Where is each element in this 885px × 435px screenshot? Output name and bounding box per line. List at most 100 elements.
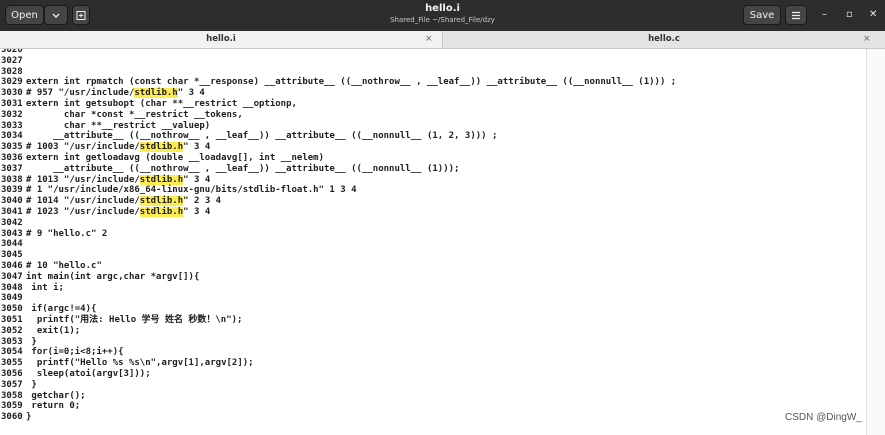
- hamburger-menu-icon: [786, 6, 806, 26]
- code-line[interactable]: 3033 char **__restrict __valuep): [0, 121, 210, 132]
- line-number: 3026: [1, 49, 23, 55]
- code-line[interactable]: 3041 # 1023 "/usr/include/stdlib.h" 3 4: [0, 207, 210, 218]
- vertical-scrollbar[interactable]: [866, 49, 885, 435]
- code-line[interactable]: 3054 for(i=0;i<8;i++){: [0, 347, 124, 358]
- code-line[interactable]: 3058 getchar();: [0, 391, 86, 402]
- code-line[interactable]: 3027: [0, 56, 26, 67]
- code-text: # 1023 "/usr/include/stdlib.h" 3 4: [26, 207, 210, 217]
- hamburger-menu-button[interactable]: [785, 5, 807, 25]
- tab-bar: hello.i × hello.c ×: [0, 31, 885, 49]
- code-line[interactable]: 3026: [0, 49, 26, 56]
- code-fragment: # 9 "hello.c" 2: [26, 228, 108, 239]
- line-number: 3045: [1, 250, 23, 261]
- minimize-button[interactable]: –: [822, 9, 827, 21]
- line-number: 3046: [1, 261, 23, 271]
- line-number: 3050: [1, 304, 23, 315]
- code-line[interactable]: 3053 }: [0, 337, 37, 348]
- code-text: extern int getsubopt (char **__restrict …: [26, 99, 297, 109]
- code-text: return 0;: [26, 401, 80, 411]
- tab-hello-c[interactable]: hello.c ×: [443, 31, 885, 48]
- code-line[interactable]: 3057 }: [0, 380, 37, 391]
- code-fragment: sleep(atoi(argv[3]));: [26, 369, 151, 379]
- code-line[interactable]: 3050 if(argc!=4){: [0, 304, 96, 315]
- code-line[interactable]: 3042: [0, 218, 26, 229]
- code-fragment: }: [26, 336, 37, 347]
- code-fragment: # 1 "/usr/include/x86_64-linux-gnu/bits/…: [26, 185, 357, 196]
- code-line[interactable]: 3055 printf("Hello %s %s\n",argv[1],argv…: [0, 358, 254, 369]
- code-line[interactable]: 3030 # 957 "/usr/include/stdlib.h" 3 4: [0, 88, 205, 99]
- maximize-button[interactable]: ▫: [846, 9, 853, 21]
- code-text: char *const *__restrict __tokens,: [26, 110, 243, 120]
- code-text: int i;: [26, 283, 64, 293]
- tab-label: hello.i: [206, 34, 236, 44]
- code-fragment: getchar();: [26, 390, 86, 401]
- line-number: 3059: [1, 401, 23, 412]
- code-line[interactable]: 3049: [0, 293, 26, 304]
- code-line[interactable]: 3040 # 1014 "/usr/include/stdlib.h" 2 3 4: [0, 196, 221, 207]
- code-line[interactable]: 3056 sleep(atoi(argv[3]));: [0, 369, 151, 380]
- code-line[interactable]: 3047 int main(int argc,char *argv[]){: [0, 272, 199, 283]
- code-text: # 10 "hello.c": [26, 261, 102, 271]
- line-number: 3030: [1, 88, 23, 99]
- code-fragment: # 957 "/usr/include/: [26, 88, 135, 99]
- code-fragment: }: [26, 412, 32, 423]
- code-fragment: # 1003 "/usr/include/: [26, 142, 140, 153]
- line-number: 3057: [1, 379, 23, 390]
- code-fragment: # 1023 "/usr/include/: [26, 207, 140, 217]
- text-editor[interactable]: 3026 3027 3028 3029 extern int rpmatch (cons…: [0, 49, 866, 435]
- line-number: 3032: [1, 109, 23, 120]
- code-fragment: char **__restrict __valuep): [26, 120, 211, 131]
- code-fragment: __attribute__ ((__nothrow__ , __leaf__))…: [26, 163, 460, 174]
- code-text: getchar();: [26, 390, 86, 401]
- code-text: extern int rpmatch (const char *__respon…: [26, 77, 676, 87]
- code-fragment: for(i=0;i<8;i++){: [26, 347, 124, 358]
- code-line[interactable]: 3060}: [0, 412, 31, 423]
- line-number: 3058: [1, 390, 23, 401]
- code-text: __attribute__ ((__nothrow__ , __leaf__))…: [26, 164, 459, 174]
- tab-close-icon[interactable]: ×: [425, 31, 433, 48]
- code-fragment: }: [26, 379, 37, 390]
- line-number: 3033: [1, 120, 23, 131]
- tab-hello-i[interactable]: hello.i ×: [0, 31, 443, 48]
- code-line[interactable]: 3029 extern int rpmatch (const char *__re…: [0, 77, 676, 88]
- code-fragment: extern int rpmatch (const char *__respon…: [26, 77, 677, 88]
- code-line[interactable]: 3046 # 10 "hello.c": [0, 261, 102, 272]
- code-text: int main(int argc,char *argv[]){: [26, 272, 199, 282]
- code-line[interactable]: 3036 extern int getloadavg (double __load…: [0, 153, 324, 164]
- save-button-label: Save: [749, 10, 775, 21]
- search-highlight: stdlib.h: [139, 207, 184, 217]
- code-text: printf("用法: Hello 学号 姓名 秒数！\n");: [26, 315, 243, 325]
- line-number: 3037: [1, 163, 23, 174]
- tab-close-icon[interactable]: ×: [863, 31, 871, 48]
- code-line[interactable]: 3035 # 1003 "/usr/include/stdlib.h" 3 4: [0, 142, 210, 153]
- code-line[interactable]: 3037 __attribute__ ((__nothrow__ , __lea…: [0, 164, 459, 175]
- line-number: 3049: [1, 293, 23, 304]
- code-line[interactable]: 3045: [0, 250, 26, 261]
- code-text: if(argc!=4){: [26, 304, 96, 314]
- code-text: # 1 "/usr/include/x86_64-linux-gnu/bits/…: [26, 185, 357, 195]
- code-line[interactable]: 3032 char *const *__restrict __tokens,: [0, 110, 243, 121]
- code-line[interactable]: 3043 # 9 "hello.c" 2: [0, 229, 107, 240]
- code-line[interactable]: 3052 exit(1);: [0, 326, 80, 337]
- code-line[interactable]: 3034 __attribute__ ((__nothrow__ , __lea…: [0, 131, 497, 142]
- code-line[interactable]: 3048 int i;: [0, 283, 64, 294]
- save-button[interactable]: Save: [743, 5, 781, 25]
- code-line[interactable]: 3031 extern int getsubopt (char **__restr…: [0, 99, 297, 110]
- code-line[interactable]: 3051 printf("用法: Hello 学号 姓名 秒数！\n");: [0, 315, 242, 326]
- close-window-button[interactable]: ✕: [869, 9, 877, 21]
- code-fragment: " 3 4: [183, 174, 211, 185]
- line-number: 3040: [1, 196, 23, 207]
- code-fragment: printf("Hello %s %s\n",argv[1],argv[2]);: [26, 358, 254, 369]
- line-number: 3028: [1, 66, 23, 77]
- code-line[interactable]: 3044: [0, 239, 26, 250]
- code-fragment: " 3 4: [183, 142, 211, 153]
- code-text: exit(1);: [26, 326, 80, 336]
- code-line[interactable]: 3039 # 1 "/usr/include/x86_64-linux-gnu/b…: [0, 185, 357, 196]
- code-fragment: printf("用法: Hello 学号 姓名 秒数！\n");: [26, 315, 243, 325]
- code-line[interactable]: 3038 # 1013 "/usr/include/stdlib.h" 3 4: [0, 174, 211, 186]
- line-number: 3034: [1, 131, 23, 142]
- code-line[interactable]: 3028: [0, 67, 26, 78]
- code-line[interactable]: 3059 return 0;: [0, 401, 80, 412]
- line-number: 3044: [1, 239, 23, 250]
- code-fragment: __attribute__ ((__nothrow__ , __leaf__))…: [26, 131, 498, 142]
